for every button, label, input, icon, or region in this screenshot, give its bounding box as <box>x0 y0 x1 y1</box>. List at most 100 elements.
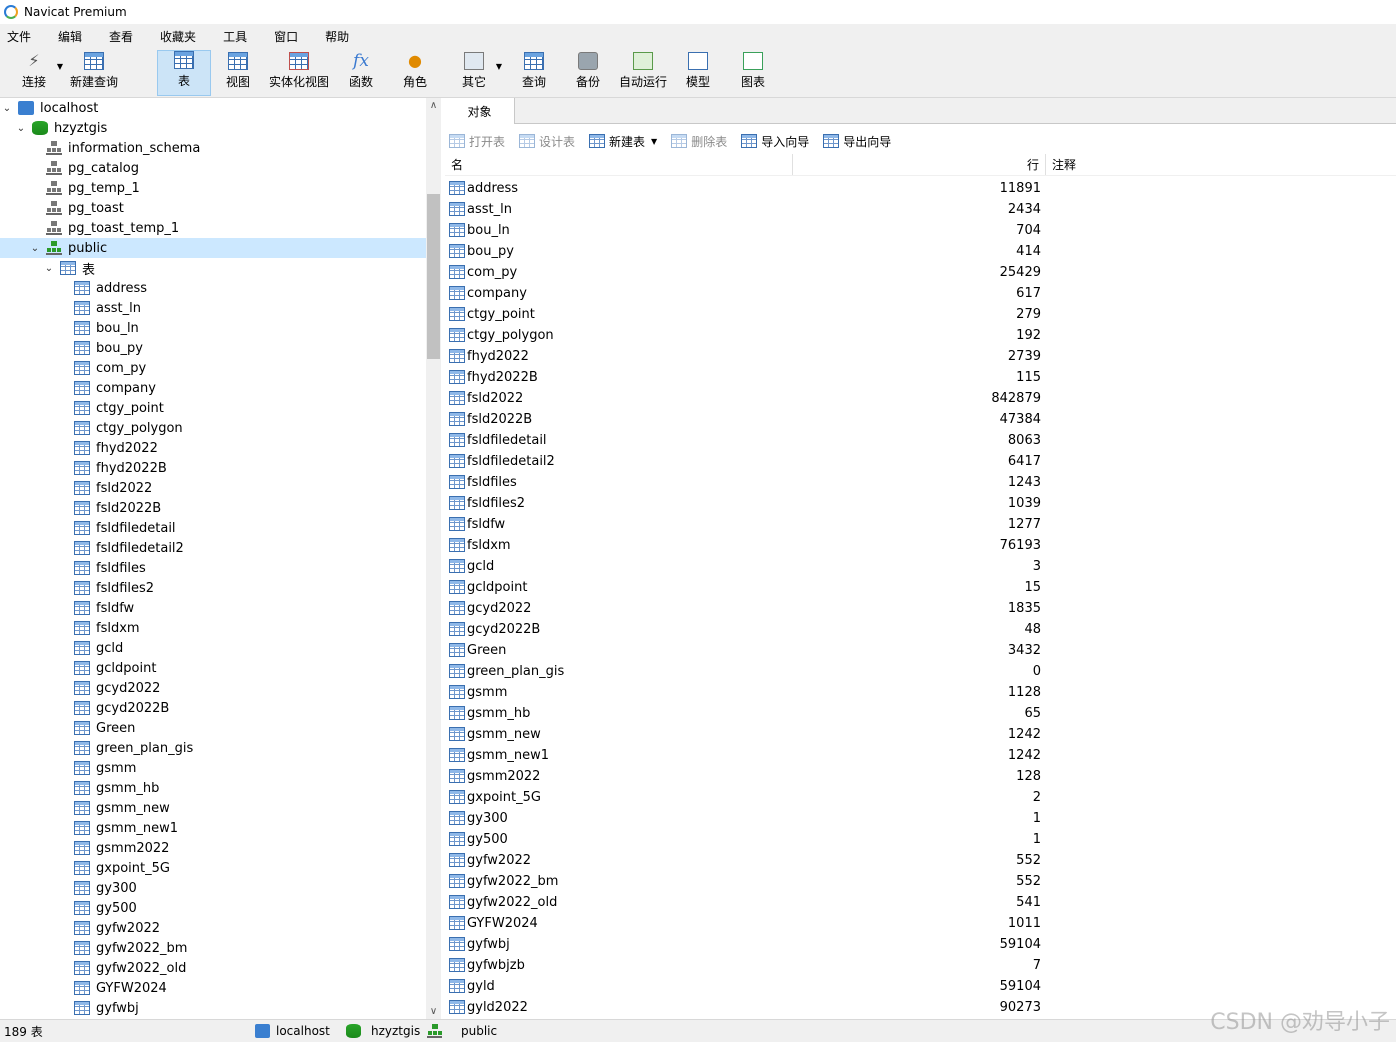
tree-table-item[interactable]: asst_ln <box>0 298 426 318</box>
new-table-button[interactable]: 新建表 ▼ <box>585 133 657 150</box>
tree-table-item[interactable]: gsmm_new1 <box>0 818 426 838</box>
table-row[interactable]: gy300 1 <box>445 808 1396 829</box>
table-row[interactable]: gcld 3 <box>445 556 1396 577</box>
table-row[interactable]: gyld 59104 <box>445 976 1396 997</box>
role-button[interactable]: ● 角色 <box>397 50 433 96</box>
tree-table-item[interactable]: gyfw2022_bm <box>0 938 426 958</box>
table-row[interactable]: green_plan_gis 0 <box>445 661 1396 682</box>
tree-database[interactable]: ⌄ hzyztgis <box>0 118 426 138</box>
column-header-comment[interactable]: 注释 <box>1046 154 1076 175</box>
tree-table-item[interactable]: fsldfiles <box>0 558 426 578</box>
menu-view[interactable]: 查看 <box>102 28 140 45</box>
tree-table-item[interactable]: ctgy_polygon <box>0 418 426 438</box>
connect-dropdown-button[interactable]: ▼ <box>54 50 66 96</box>
tree-table-item[interactable]: gyfw2022 <box>0 918 426 938</box>
tree-table-item[interactable]: company <box>0 378 426 398</box>
backup-button[interactable]: 备份 <box>570 50 606 96</box>
column-header-name[interactable]: 名 <box>445 154 793 175</box>
new-query-button[interactable]: 新建查询 <box>66 50 122 96</box>
table-row[interactable]: gcldpoint 15 <box>445 577 1396 598</box>
view-button[interactable]: 视图 <box>220 50 256 96</box>
scroll-up-icon[interactable]: ∧ <box>426 100 441 111</box>
other-button[interactable]: 其它 <box>456 50 492 96</box>
table-row[interactable]: fsldfiledetail 8063 <box>445 430 1396 451</box>
table-row[interactable]: com_py 25429 <box>445 262 1396 283</box>
materialized-view-button[interactable]: 实体化视图 <box>266 50 332 96</box>
table-row[interactable]: bou_ln 704 <box>445 220 1396 241</box>
tree-table-item[interactable]: ctgy_point <box>0 398 426 418</box>
tree-table-item[interactable]: fsldfiles2 <box>0 578 426 598</box>
tree-table-item[interactable]: bou_py <box>0 338 426 358</box>
tree-table-item[interactable]: gcldpoint <box>0 658 426 678</box>
tree-table-item[interactable]: green_plan_gis <box>0 738 426 758</box>
model-button[interactable]: 模型 <box>680 50 716 96</box>
tree-table-item[interactable]: gyfwbj <box>0 998 426 1018</box>
table-row[interactable]: gsmm 1128 <box>445 682 1396 703</box>
table-row[interactable]: gcyd2022 1835 <box>445 598 1396 619</box>
tree-schema[interactable]: pg_toast_temp_1 <box>0 218 426 238</box>
tree-table-item[interactable]: address <box>0 278 426 298</box>
function-button[interactable]: fx 函数 <box>343 50 379 96</box>
table-row[interactable]: gsmm_new 1242 <box>445 724 1396 745</box>
tree-table-item[interactable]: gy300 <box>0 878 426 898</box>
chevron-down-icon[interactable]: ⌄ <box>2 103 12 114</box>
tree-connection[interactable]: ⌄ localhost <box>0 98 426 118</box>
tree-table-item[interactable]: fsldxm <box>0 618 426 638</box>
design-table-button[interactable]: 设计表 <box>515 133 575 150</box>
tree-table-item[interactable]: GYFW2024 <box>0 978 426 998</box>
tree-schema[interactable]: pg_catalog <box>0 158 426 178</box>
tree-table-item[interactable]: fsldfw <box>0 598 426 618</box>
table-row[interactable]: fsldfiledetail2 6417 <box>445 451 1396 472</box>
query-button[interactable]: 查询 <box>516 50 552 96</box>
table-row[interactable]: Green 3432 <box>445 640 1396 661</box>
tree-table-item[interactable]: gcld <box>0 638 426 658</box>
table-row[interactable]: fsld2022B 47384 <box>445 409 1396 430</box>
tree-table-item[interactable]: fhyd2022 <box>0 438 426 458</box>
connect-button[interactable]: ⚡ 连接 <box>12 50 56 96</box>
tree-schema[interactable]: pg_toast <box>0 198 426 218</box>
table-row[interactable]: gsmm_new1 1242 <box>445 745 1396 766</box>
table-row[interactable]: company 617 <box>445 283 1396 304</box>
chevron-down-icon[interactable]: ▼ <box>651 137 657 146</box>
table-row[interactable]: gsmm_hb 65 <box>445 703 1396 724</box>
chevron-down-icon[interactable]: ⌄ <box>16 123 26 134</box>
tree-table-item[interactable]: Green <box>0 718 426 738</box>
open-table-button[interactable]: 打开表 <box>445 133 505 150</box>
table-row[interactable]: ctgy_point 279 <box>445 304 1396 325</box>
tree-table-item[interactable]: gsmm <box>0 758 426 778</box>
table-row[interactable]: gyfwbjzb 7 <box>445 955 1396 976</box>
tree-table-item[interactable]: gcyd2022 <box>0 678 426 698</box>
menu-help[interactable]: 帮助 <box>318 28 356 45</box>
tree-table-item[interactable]: gyfw2022_old <box>0 958 426 978</box>
auto-run-button[interactable]: 自动运行 <box>617 50 669 96</box>
table-row[interactable]: bou_py 414 <box>445 241 1396 262</box>
navigation-tree[interactable]: ⌄ localhost ⌄ hzyztgis information_schem… <box>0 98 426 1019</box>
menu-favorites[interactable]: 收藏夹 <box>153 28 203 45</box>
table-row[interactable]: fsldxm 76193 <box>445 535 1396 556</box>
tree-table-item[interactable]: fsld2022 <box>0 478 426 498</box>
tree-table-item[interactable]: gsmm_hb <box>0 778 426 798</box>
tree-table-item[interactable]: com_py <box>0 358 426 378</box>
table-button[interactable]: 表 <box>157 50 211 96</box>
tree-schema-public[interactable]: ⌄ public <box>0 238 426 258</box>
scroll-down-icon[interactable]: ∨ <box>426 1006 441 1017</box>
menu-window[interactable]: 窗口 <box>267 28 305 45</box>
table-row[interactable]: gyfw2022_old 541 <box>445 892 1396 913</box>
table-row[interactable]: gsmm2022 128 <box>445 766 1396 787</box>
menu-tools[interactable]: 工具 <box>216 28 254 45</box>
tree-table-item[interactable]: gsmm_new <box>0 798 426 818</box>
table-row[interactable]: gyfw2022_bm 552 <box>445 871 1396 892</box>
tree-table-item[interactable]: fsldfiledetail <box>0 518 426 538</box>
chevron-down-icon[interactable]: ⌄ <box>44 263 54 274</box>
table-row[interactable]: fhyd2022B 115 <box>445 367 1396 388</box>
table-row[interactable]: gyfwbj 59104 <box>445 934 1396 955</box>
delete-table-button[interactable]: 删除表 <box>667 133 727 150</box>
table-row[interactable]: ctgy_polygon 192 <box>445 325 1396 346</box>
table-row[interactable]: fhyd2022 2739 <box>445 346 1396 367</box>
table-row[interactable]: fsld2022 842879 <box>445 388 1396 409</box>
tree-table-item[interactable]: gy500 <box>0 898 426 918</box>
tree-table-item[interactable]: gxpoint_5G <box>0 858 426 878</box>
menu-edit[interactable]: 编辑 <box>51 28 89 45</box>
table-row[interactable]: gxpoint_5G 2 <box>445 787 1396 808</box>
tree-table-item[interactable]: gsmm2022 <box>0 838 426 858</box>
